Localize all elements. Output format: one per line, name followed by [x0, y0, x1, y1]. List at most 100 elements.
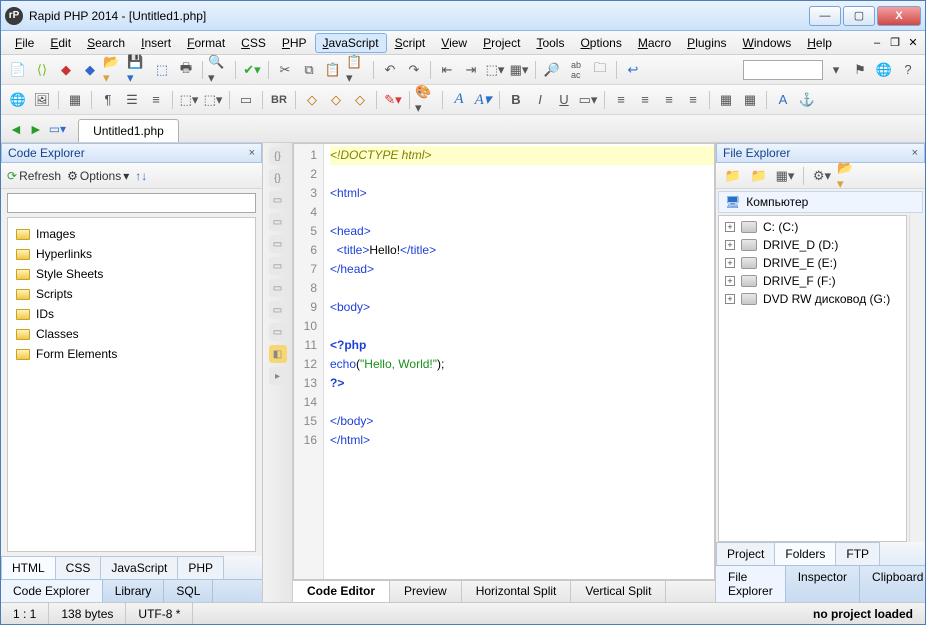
fe-tab[interactable]: Folders [774, 542, 836, 565]
globe-icon[interactable]: 🌐 [873, 59, 895, 81]
editor-tab[interactable]: Code Editor [293, 581, 390, 602]
italic-icon[interactable]: I [529, 89, 551, 111]
para-icon[interactable]: ¶ [97, 89, 119, 111]
drive-item[interactable]: +DVD RW дисковод (G:) [719, 290, 906, 308]
layout1-icon[interactable]: ▦ [715, 89, 737, 111]
fe-bottom-tab[interactable]: Clipboard [860, 566, 926, 602]
copy-icon[interactable]: ⧉ [298, 59, 320, 81]
minimize-button[interactable]: — [809, 6, 841, 26]
mdi-minimize[interactable]: ‒ [871, 37, 883, 49]
menu-options[interactable]: Options [572, 33, 629, 53]
document-tab[interactable]: Untitled1.php [78, 119, 179, 142]
br-icon[interactable]: BR [268, 89, 290, 111]
save-all-icon[interactable]: ⬚ [151, 59, 173, 81]
ruler-icon[interactable]: {} [269, 169, 287, 187]
menu-macro[interactable]: Macro [630, 33, 679, 53]
check-icon[interactable]: ✔▾ [241, 59, 263, 81]
fe-tab[interactable]: Project [716, 542, 775, 565]
drive-item[interactable]: +DRIVE_D (D:) [719, 236, 906, 254]
table-icon[interactable]: ▦ [64, 89, 86, 111]
maximize-button[interactable]: ▢ [843, 6, 875, 26]
menu-javascript[interactable]: JavaScript [315, 33, 387, 53]
ruler-icon[interactable]: ▭ [269, 257, 287, 275]
drive-item[interactable]: +DRIVE_F (F:) [719, 272, 906, 290]
font-a2-icon[interactable]: A▾ [472, 89, 494, 111]
layout2-icon[interactable]: ▦ [739, 89, 761, 111]
ruler-icon[interactable]: {} [269, 147, 287, 165]
lang-tab-css[interactable]: CSS [55, 556, 102, 579]
list-ul-icon[interactable]: ☰ [121, 89, 143, 111]
code-editor[interactable]: 12345678910111213141516 <!DOCTYPE html> … [293, 143, 715, 580]
new-css-icon[interactable]: ◆ [55, 59, 77, 81]
code-explorer-search[interactable] [7, 193, 256, 213]
replace-icon[interactable]: abac [565, 59, 587, 81]
expand-icon[interactable]: + [725, 276, 735, 286]
align-justify-icon[interactable]: ≡ [682, 89, 704, 111]
menu-insert[interactable]: Insert [133, 33, 179, 53]
tag3-icon[interactable]: ◇ [349, 89, 371, 111]
tree-item[interactable]: Images [8, 224, 255, 244]
new-script-icon[interactable]: ⟨⟩ [31, 59, 53, 81]
menu-php[interactable]: PHP [274, 33, 315, 53]
print-icon[interactable]: 🖶 [175, 59, 197, 81]
folder-refresh-icon[interactable]: 📁 [748, 165, 770, 187]
expand-icon[interactable]: + [725, 294, 735, 304]
options-button[interactable]: ⚙ Options ▾ [67, 169, 129, 183]
left-tab[interactable]: Library [103, 580, 165, 602]
indent-right-icon[interactable]: ⇥ [460, 59, 482, 81]
left-tab[interactable]: Code Explorer [1, 580, 103, 602]
strike-icon[interactable]: ▭▾ [577, 89, 599, 111]
expand-icon[interactable]: + [725, 222, 735, 232]
color-icon[interactable]: 🎨▾ [415, 89, 437, 111]
nav-drive-icon[interactable]: ▭▾ [49, 122, 66, 136]
ruler-icon[interactable]: ◧ [269, 345, 287, 363]
wrap-icon[interactable]: ⬚▾ [484, 59, 506, 81]
tree-item[interactable]: Style Sheets [8, 264, 255, 284]
menu-script[interactable]: Script [387, 33, 434, 53]
menu-tools[interactable]: Tools [528, 33, 572, 53]
help-icon[interactable]: ? [897, 59, 919, 81]
ruler-icon[interactable]: ▸ [269, 367, 287, 385]
clipboard-icon[interactable]: 📋▾ [346, 59, 368, 81]
nav-forward-icon[interactable]: ► [29, 121, 43, 137]
search-field[interactable] [743, 60, 823, 80]
menu-search[interactable]: Search [79, 33, 133, 53]
tree-item[interactable]: Hyperlinks [8, 244, 255, 264]
h-icon[interactable]: ⬚▾ [178, 89, 200, 111]
flag-icon[interactable]: ⚑ [849, 59, 871, 81]
grid-icon[interactable]: ▦▾ [508, 59, 530, 81]
close-button[interactable]: X [877, 6, 921, 26]
menu-help[interactable]: Help [799, 33, 840, 53]
drive-item[interactable]: +C: (C:) [719, 218, 906, 236]
ruler-icon[interactable]: ▭ [269, 213, 287, 231]
align-right-icon[interactable]: ≡ [658, 89, 680, 111]
font-a-icon[interactable]: A [448, 89, 470, 111]
left-tab[interactable]: SQL [164, 580, 213, 602]
image-icon[interactable]: 🖼 [31, 89, 53, 111]
ruler-icon[interactable]: ▭ [269, 301, 287, 319]
fe-bottom-tab[interactable]: File Explorer [716, 566, 786, 602]
open-icon[interactable]: 📂▾ [103, 59, 125, 81]
menu-view[interactable]: View [433, 33, 475, 53]
editor-tab[interactable]: Vertical Split [571, 581, 666, 602]
tag2-icon[interactable]: ◇ [325, 89, 347, 111]
menu-css[interactable]: CSS [233, 33, 274, 53]
ruler-icon[interactable]: ▭ [269, 235, 287, 253]
find-files-icon[interactable]: 🗀 [589, 59, 611, 81]
fe-bottom-tab[interactable]: Inspector [786, 566, 860, 602]
menu-plugins[interactable]: Plugins [679, 33, 734, 53]
globe2-icon[interactable]: 🌐 [7, 89, 29, 111]
ruler-icon[interactable]: ▭ [269, 323, 287, 341]
indent-left-icon[interactable]: ⇤ [436, 59, 458, 81]
find-icon[interactable]: 🔎 [541, 59, 563, 81]
menu-edit[interactable]: Edit [42, 33, 79, 53]
underline-icon[interactable]: U [553, 89, 575, 111]
div-icon[interactable]: ▭ [235, 89, 257, 111]
ruler-icon[interactable]: ▭ [269, 191, 287, 209]
align-left-icon[interactable]: ≡ [610, 89, 632, 111]
lang-tab-php[interactable]: PHP [177, 556, 224, 579]
h2-icon[interactable]: ⬚▾ [202, 89, 224, 111]
folder-up-icon[interactable]: 📁 [722, 165, 744, 187]
menu-project[interactable]: Project [475, 33, 528, 53]
computer-header[interactable]: 🖥 Компьютер [718, 191, 923, 213]
